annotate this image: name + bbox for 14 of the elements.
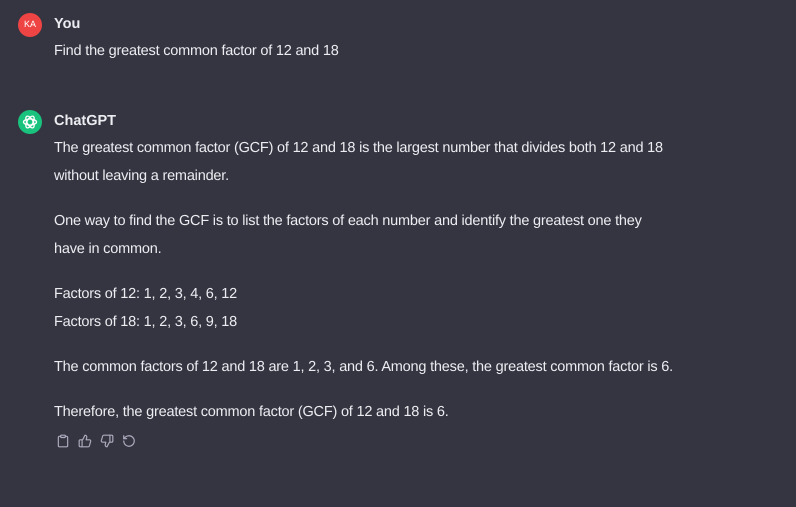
thumbs-down-button[interactable]: [98, 432, 116, 450]
author-name: You: [54, 15, 82, 34]
user-avatar: KA: [18, 13, 42, 37]
assistant-logo-icon: [18, 110, 42, 134]
message-text: The greatest common factor (GCF) of 12 and 18 is the largest number that divides both 12 and 18 without leaving a remainder.: [54, 139, 664, 186]
thumbs-up-button[interactable]: [76, 432, 94, 450]
author-name: ChatGPT: [54, 112, 118, 131]
message-text: Factors of 12: 1, 2, 3, 4, 6, 12: [54, 285, 238, 304]
message-text: Therefore, the greatest common factor (GCF) of 12 and 18 is 6.: [54, 403, 450, 422]
message-text: The common factors of 12 and 18 are 1, 2, 3, and 6. Among these, the greatest common factor is 6.: [54, 358, 674, 377]
message-text: Factors of 18: 1, 2, 3, 6, 9, 18: [54, 313, 238, 332]
message-text: Find the greatest common factor of 12 and 18: [54, 42, 340, 61]
regenerate-button[interactable]: [120, 432, 138, 450]
message-text: One way to find the GCF is to list the factors of each number and identify the greatest one they have in common.: [54, 212, 643, 259]
